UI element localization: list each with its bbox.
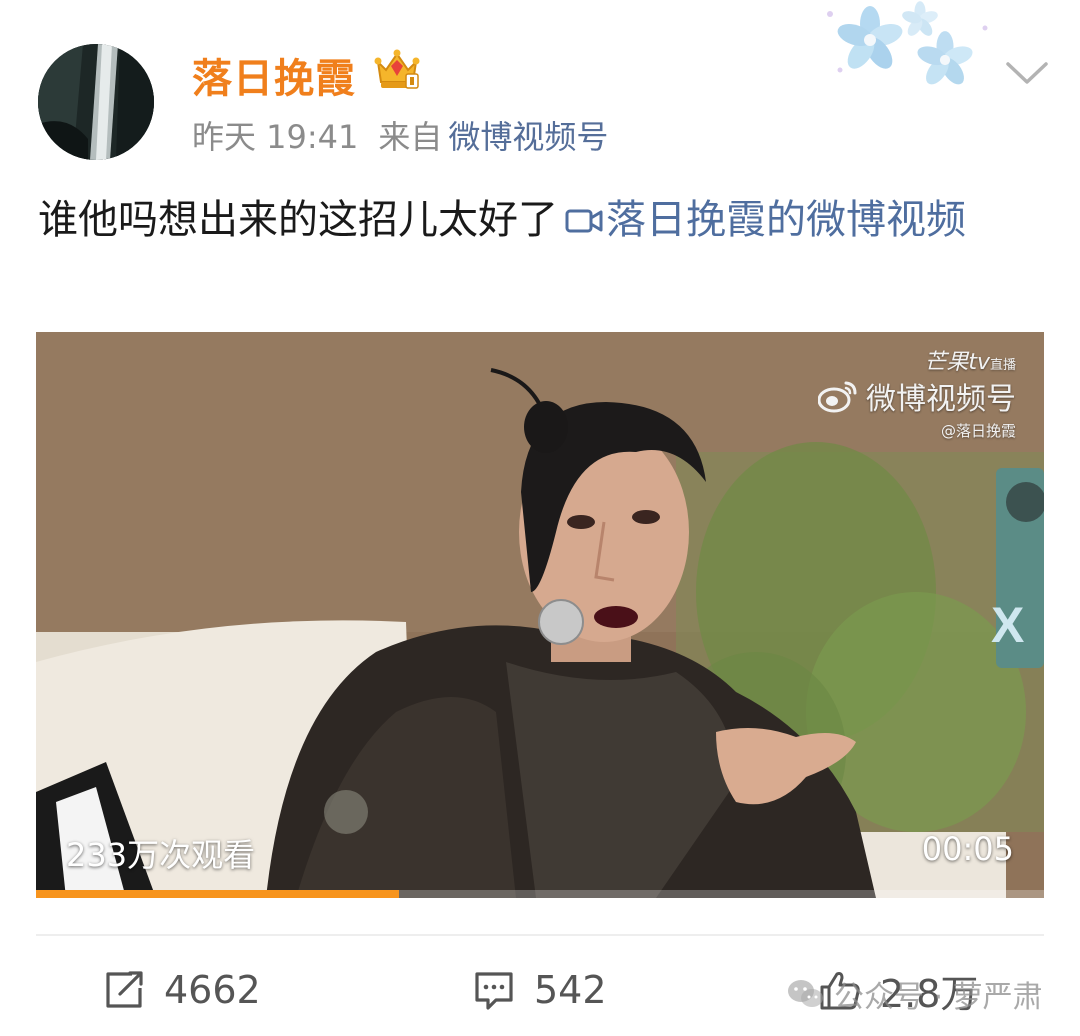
repost-count: 4662 (164, 968, 261, 1012)
video-player[interactable]: X 芒果tv直播 微博视频号 @落日挽霞 233万次观看 00:05 (36, 332, 1044, 898)
svg-text:X: X (991, 597, 1024, 653)
post-meta: 昨天 19:41 来自 微博视频号 (192, 112, 608, 158)
watermark-handle: @落日挽霞 (940, 422, 1016, 440)
weibo-post: 落日挽霞 昨天 19:41 来自 微博视频号 谁他吗想出来的这招儿太好了 落日挽霞的微… (0, 0, 1080, 1036)
comment-count: 542 (534, 968, 607, 1012)
avatar[interactable] (38, 44, 154, 160)
video-camera-icon (565, 209, 603, 233)
video-progress-fill (36, 890, 399, 898)
watermark-channel: 微博视频号 (866, 382, 1016, 417)
wechat-watermark-text: 公众号 · 萝严肃 (834, 980, 1043, 1015)
view-count: 233万次观看 (66, 836, 256, 874)
weibo-logo-icon (818, 381, 857, 413)
video-link[interactable]: 落日挽霞的微博视频 (558, 197, 966, 243)
watermark-brand: 芒果tv直播 (924, 350, 1016, 375)
source-prefix: 来自 (378, 118, 443, 156)
repost-icon (106, 971, 143, 1008)
post-text: 谁他吗想出来的这招儿太好了 落日挽霞的微博视频 (38, 190, 1038, 250)
video-progress-bar[interactable] (36, 890, 1044, 898)
comment-button[interactable]: 542 (472, 958, 607, 1022)
divider (36, 934, 1044, 936)
flower-decoration (827, 1, 988, 85)
source-link[interactable]: 微博视频号 (448, 118, 608, 156)
repost-button[interactable]: 4662 (102, 958, 261, 1022)
chevron-down-icon[interactable] (1004, 58, 1050, 88)
video-duration: 00:05 (921, 830, 1014, 868)
username[interactable]: 落日挽霞 (192, 46, 356, 104)
watermark-brand-tag: 直播 (989, 358, 1016, 373)
post-time: 昨天 19:41 (192, 118, 359, 156)
wechat-icon (788, 980, 823, 1007)
video-link-text: 落日挽霞的微博视频 (606, 197, 966, 243)
verified-crown-icon (374, 49, 420, 89)
video-watermark: 芒果tv直播 微博视频号 @落日挽霞 (818, 344, 1016, 441)
comment-icon (475, 972, 513, 1010)
wechat-watermark: 公众号 · 萝严肃 (786, 972, 1043, 1016)
post-body: 谁他吗想出来的这招儿太好了 (38, 197, 558, 243)
